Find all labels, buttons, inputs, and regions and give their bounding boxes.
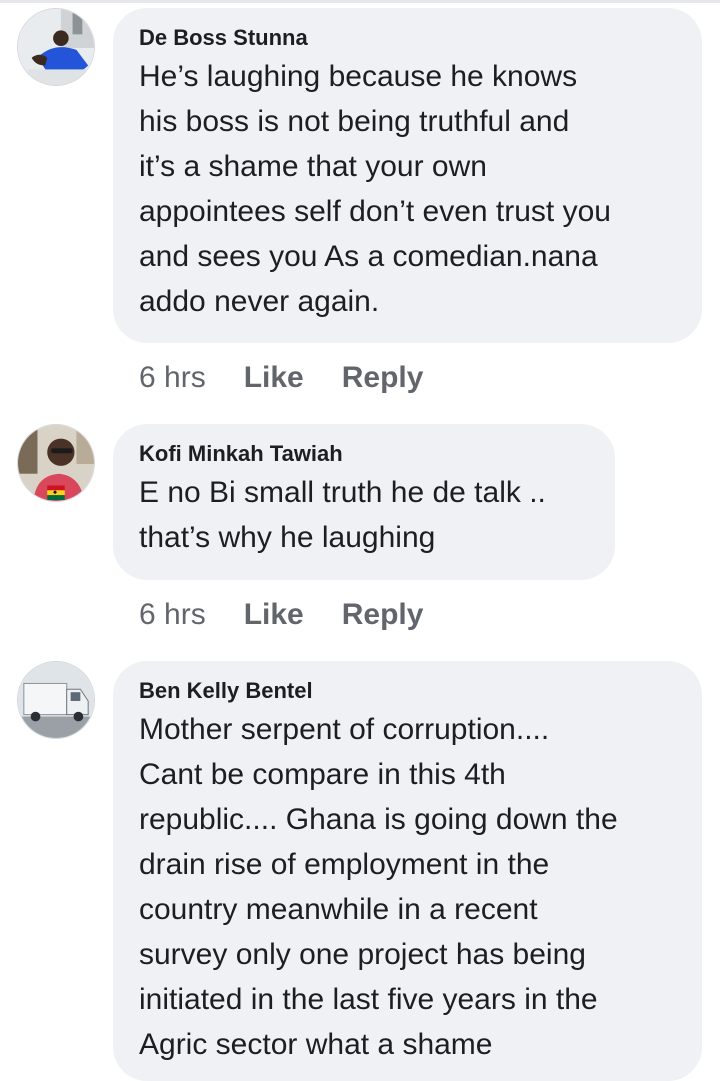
comment-author[interactable]: Kofi Minkah Tawiah [139,441,589,467]
comment-timestamp[interactable]: 6 hrs [139,360,206,396]
comment-text-line: survey only one project has being [139,938,586,971]
comment-actions: 6 hrs Like Reply [139,360,423,396]
comment-text: Mother serpent of corruption.... Cant be… [139,707,676,1067]
comment-text-line: and sees you As a comedian.nana [139,240,598,273]
comment-text-line: his boss is not being truthful and [139,105,570,138]
like-button[interactable]: Like [244,360,304,396]
avatar-photo-icon [18,9,94,85]
avatar[interactable] [17,8,95,86]
comment-text: He’s laughing because he knows his boss … [139,54,676,324]
comment-text: E no Bi small truth he de talk .. that’s… [139,470,589,560]
comment-text-line: drain rise of employment in the [139,848,550,881]
comment-text-line: initiated in the last five years in the [139,983,598,1016]
comment-text-line: addo never again. [139,285,380,318]
comment-text-line: it’s a shame that your own [139,150,487,183]
comment-text-line: He’s laughing because he knows [139,60,578,93]
comment-text-line: Agric sector what a shame [139,1028,493,1061]
comment-bubble: De Boss Stunna He’s laughing because he … [113,8,702,343]
comment-bubble: Kofi Minkah Tawiah E no Bi small truth h… [113,424,615,580]
comment-bubble: Ben Kelly Bentel Mother serpent of corru… [113,661,702,1081]
comment-actions: 6 hrs Like Reply [139,597,423,633]
comment-timestamp[interactable]: 6 hrs [139,597,206,633]
comment-author[interactable]: De Boss Stunna [139,25,676,51]
comment-text-line: republic.... Ghana is going down the [139,803,618,836]
comment-text-line: Cant be compare in this 4th [139,758,506,791]
comment-text-line: country meanwhile in a recent [139,893,538,926]
reply-button[interactable]: Reply [342,360,424,396]
comment-text-line: that’s why he laughing [139,521,436,554]
avatar-photo-icon [18,425,94,501]
like-button[interactable]: Like [244,597,304,633]
comment-text-line: appointees self don’t even trust you [139,195,611,228]
avatar-photo-icon [18,662,94,738]
comment-text-line: Mother serpent of corruption.... [139,713,550,746]
avatar[interactable] [17,661,95,739]
reply-button[interactable]: Reply [342,597,424,633]
top-divider [0,0,720,3]
comment-text-line: E no Bi small truth he de talk .. [139,476,546,509]
comment-author[interactable]: Ben Kelly Bentel [139,678,676,704]
avatar[interactable] [17,424,95,502]
